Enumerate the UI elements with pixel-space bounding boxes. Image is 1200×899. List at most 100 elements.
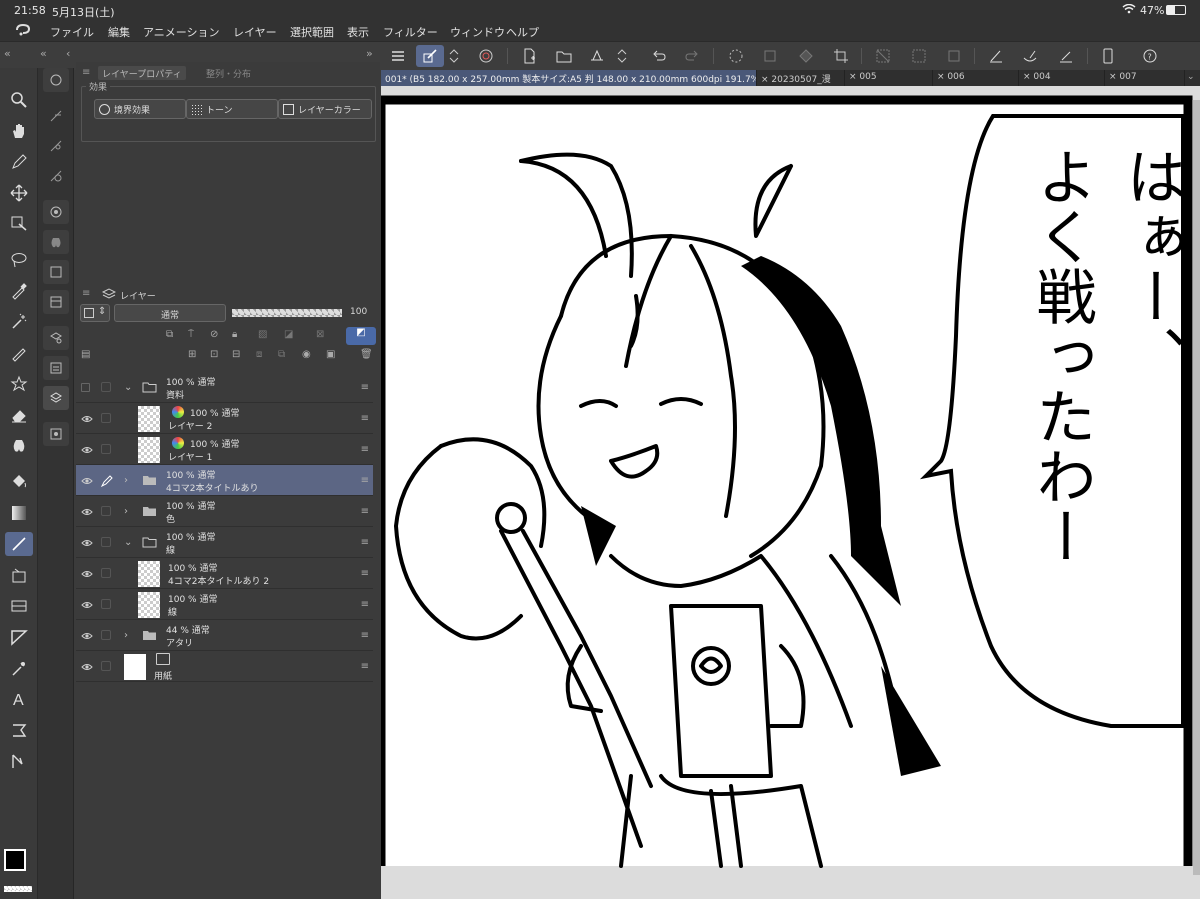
special-ruler-icon[interactable] (1016, 45, 1044, 67)
layer-menu-icon[interactable]: ≡ (361, 537, 369, 548)
layer-row[interactable]: › 100 % 通常 4コマ2本タイトルあり ≡ (76, 465, 373, 496)
eye-icon[interactable] (81, 662, 93, 672)
eye-icon[interactable] (81, 569, 93, 579)
magic-wand-icon[interactable] (5, 310, 33, 334)
frame-icon[interactable] (5, 563, 33, 587)
lock-toggle[interactable] (101, 444, 111, 454)
mask-enable-icon[interactable]: ◪ (284, 329, 293, 340)
eye-icon[interactable] (81, 414, 93, 424)
eye-off-icon[interactable] (81, 383, 93, 393)
crop-icon[interactable] (827, 45, 855, 67)
layer-color-button[interactable]: レイヤーカラー (278, 99, 372, 119)
layer-menu-icon[interactable]: ≡ (361, 661, 369, 672)
decoration-icon[interactable] (5, 372, 33, 396)
save-options-icon[interactable] (614, 45, 630, 67)
menu-edit[interactable]: 編集 (108, 24, 130, 40)
menu-view[interactable]: 表示 (347, 24, 369, 40)
eye-icon[interactable] (81, 476, 93, 486)
subtool-line-icon[interactable] (43, 104, 69, 128)
subtool-polyline-icon[interactable] (43, 164, 69, 188)
companion-icon[interactable] (472, 45, 500, 67)
eye-icon[interactable] (81, 538, 93, 548)
edit-mode-icon[interactable] (416, 45, 444, 67)
mode-switch-icon[interactable] (446, 45, 462, 67)
new-raster-layer-icon[interactable]: ⊞ (188, 349, 196, 360)
panel-layout-icon[interactable]: ▤ (81, 349, 90, 360)
brush-size-icon[interactable] (43, 200, 69, 224)
ruler-icon[interactable] (5, 594, 33, 618)
chevron-right-icon[interactable]: › (124, 506, 128, 517)
collapse-left-icon[interactable]: « (4, 47, 11, 60)
menu-help[interactable]: ヘルプ (506, 24, 539, 40)
layer-row[interactable]: 100 % 通常 4コマ2本タイトルあり 2 ≡ (76, 558, 373, 589)
lasso-icon[interactable] (5, 248, 33, 272)
gradient-icon[interactable] (5, 501, 33, 525)
main-color-swatch[interactable] (4, 849, 26, 871)
layer-menu-icon[interactable]: ≡ (361, 568, 369, 579)
merge-down-icon[interactable]: ⧉ (278, 349, 285, 360)
expand-right-icon[interactable]: » (366, 47, 373, 60)
pencil-icon[interactable] (5, 341, 33, 365)
transfer-down-icon[interactable]: ⧈ (256, 349, 262, 360)
perspective-icon[interactable] (5, 625, 33, 649)
save-icon[interactable] (583, 45, 611, 67)
layer-menu-icon[interactable]: ≡ (361, 475, 369, 486)
tab-canvas-007[interactable]: × 007 (1105, 70, 1185, 86)
lock-toggle[interactable] (101, 630, 111, 640)
new-folder-icon[interactable]: ⊟ (232, 349, 240, 360)
chevron-down-icon[interactable]: ⌄ (124, 382, 132, 393)
ruler-snap-icon[interactable] (982, 45, 1010, 67)
layer-panel-icon[interactable] (43, 386, 69, 410)
color-pick-icon[interactable] (5, 656, 33, 680)
new-file-icon[interactable] (515, 45, 543, 67)
lock-toggle[interactable] (101, 413, 111, 423)
eraser-icon[interactable] (5, 403, 33, 427)
tone-button[interactable]: トーン (186, 99, 278, 119)
chevron-down-icon[interactable]: ⌄ (124, 537, 132, 548)
tab-canvas-001[interactable]: 001* (B5 182.00 x 257.00mm 製本サイズ:A5 判 14… (381, 70, 757, 86)
selection-border-icon[interactable] (940, 45, 968, 67)
draft-layer-icon[interactable]: ⊘ (210, 329, 218, 340)
lock-transparent-icon[interactable]: ▨ (258, 329, 267, 340)
lock-toggle[interactable] (101, 568, 111, 578)
tab-canvas-005[interactable]: × 005 (845, 70, 933, 86)
layer-color-icon[interactable]: ◩ (346, 327, 376, 345)
add-mask-icon[interactable]: ◉ (302, 349, 311, 360)
opacity-value[interactable]: 100 (350, 307, 367, 317)
balloon-icon[interactable] (5, 718, 33, 742)
eye-icon[interactable] (81, 507, 93, 517)
layer-row[interactable]: › 100 % 通常色 ≡ (76, 496, 373, 527)
main-menu-icon[interactable] (384, 45, 412, 67)
redo-icon[interactable] (678, 45, 706, 67)
menu-window[interactable]: ウィンドウ (450, 24, 505, 40)
layer-row[interactable]: ⌄ 100 % 通常線 ≡ (76, 527, 373, 558)
transform-icon[interactable] (756, 45, 784, 67)
deselect-icon[interactable] (869, 45, 897, 67)
navigator-icon[interactable] (43, 260, 69, 284)
undo-icon[interactable] (645, 45, 673, 67)
help-icon[interactable]: ? (1136, 45, 1164, 67)
layer-menu-icon[interactable]: ≡ (361, 506, 369, 517)
eye-icon[interactable] (81, 445, 93, 455)
move-icon[interactable] (5, 181, 33, 205)
layer-menu-icon[interactable]: ≡ (361, 599, 369, 610)
tab-align[interactable]: 整列・分布 (202, 66, 255, 80)
new-vector-layer-icon[interactable]: ⊡ (210, 349, 218, 360)
menu-layer[interactable]: レイヤー (233, 24, 277, 40)
lock-toggle[interactable] (101, 506, 111, 516)
chevron-right-icon[interactable]: › (124, 475, 128, 486)
chevron-left-icon[interactable]: ‹ (66, 47, 70, 60)
layer-row[interactable]: 100 % 通常線 ≡ (76, 589, 373, 620)
eyedropper-icon[interactable] (5, 279, 33, 303)
material-icon[interactable] (43, 290, 69, 314)
chevron-right-icon[interactable]: › (124, 630, 128, 641)
color-panel-icon[interactable] (43, 422, 69, 446)
fill-icon[interactable] (792, 45, 820, 67)
menu-file[interactable]: ファイル (50, 24, 94, 40)
object-icon[interactable] (5, 212, 33, 236)
layer-row[interactable]: 用紙 ≡ (76, 651, 373, 682)
fill-bucket-icon[interactable] (5, 470, 33, 494)
menu-filter[interactable]: フィルター (383, 24, 438, 40)
panel-grip-icon[interactable]: ≡ (82, 288, 90, 299)
layer-row[interactable]: ⌄ 100 % 通常 資料 ≡ (76, 372, 373, 403)
